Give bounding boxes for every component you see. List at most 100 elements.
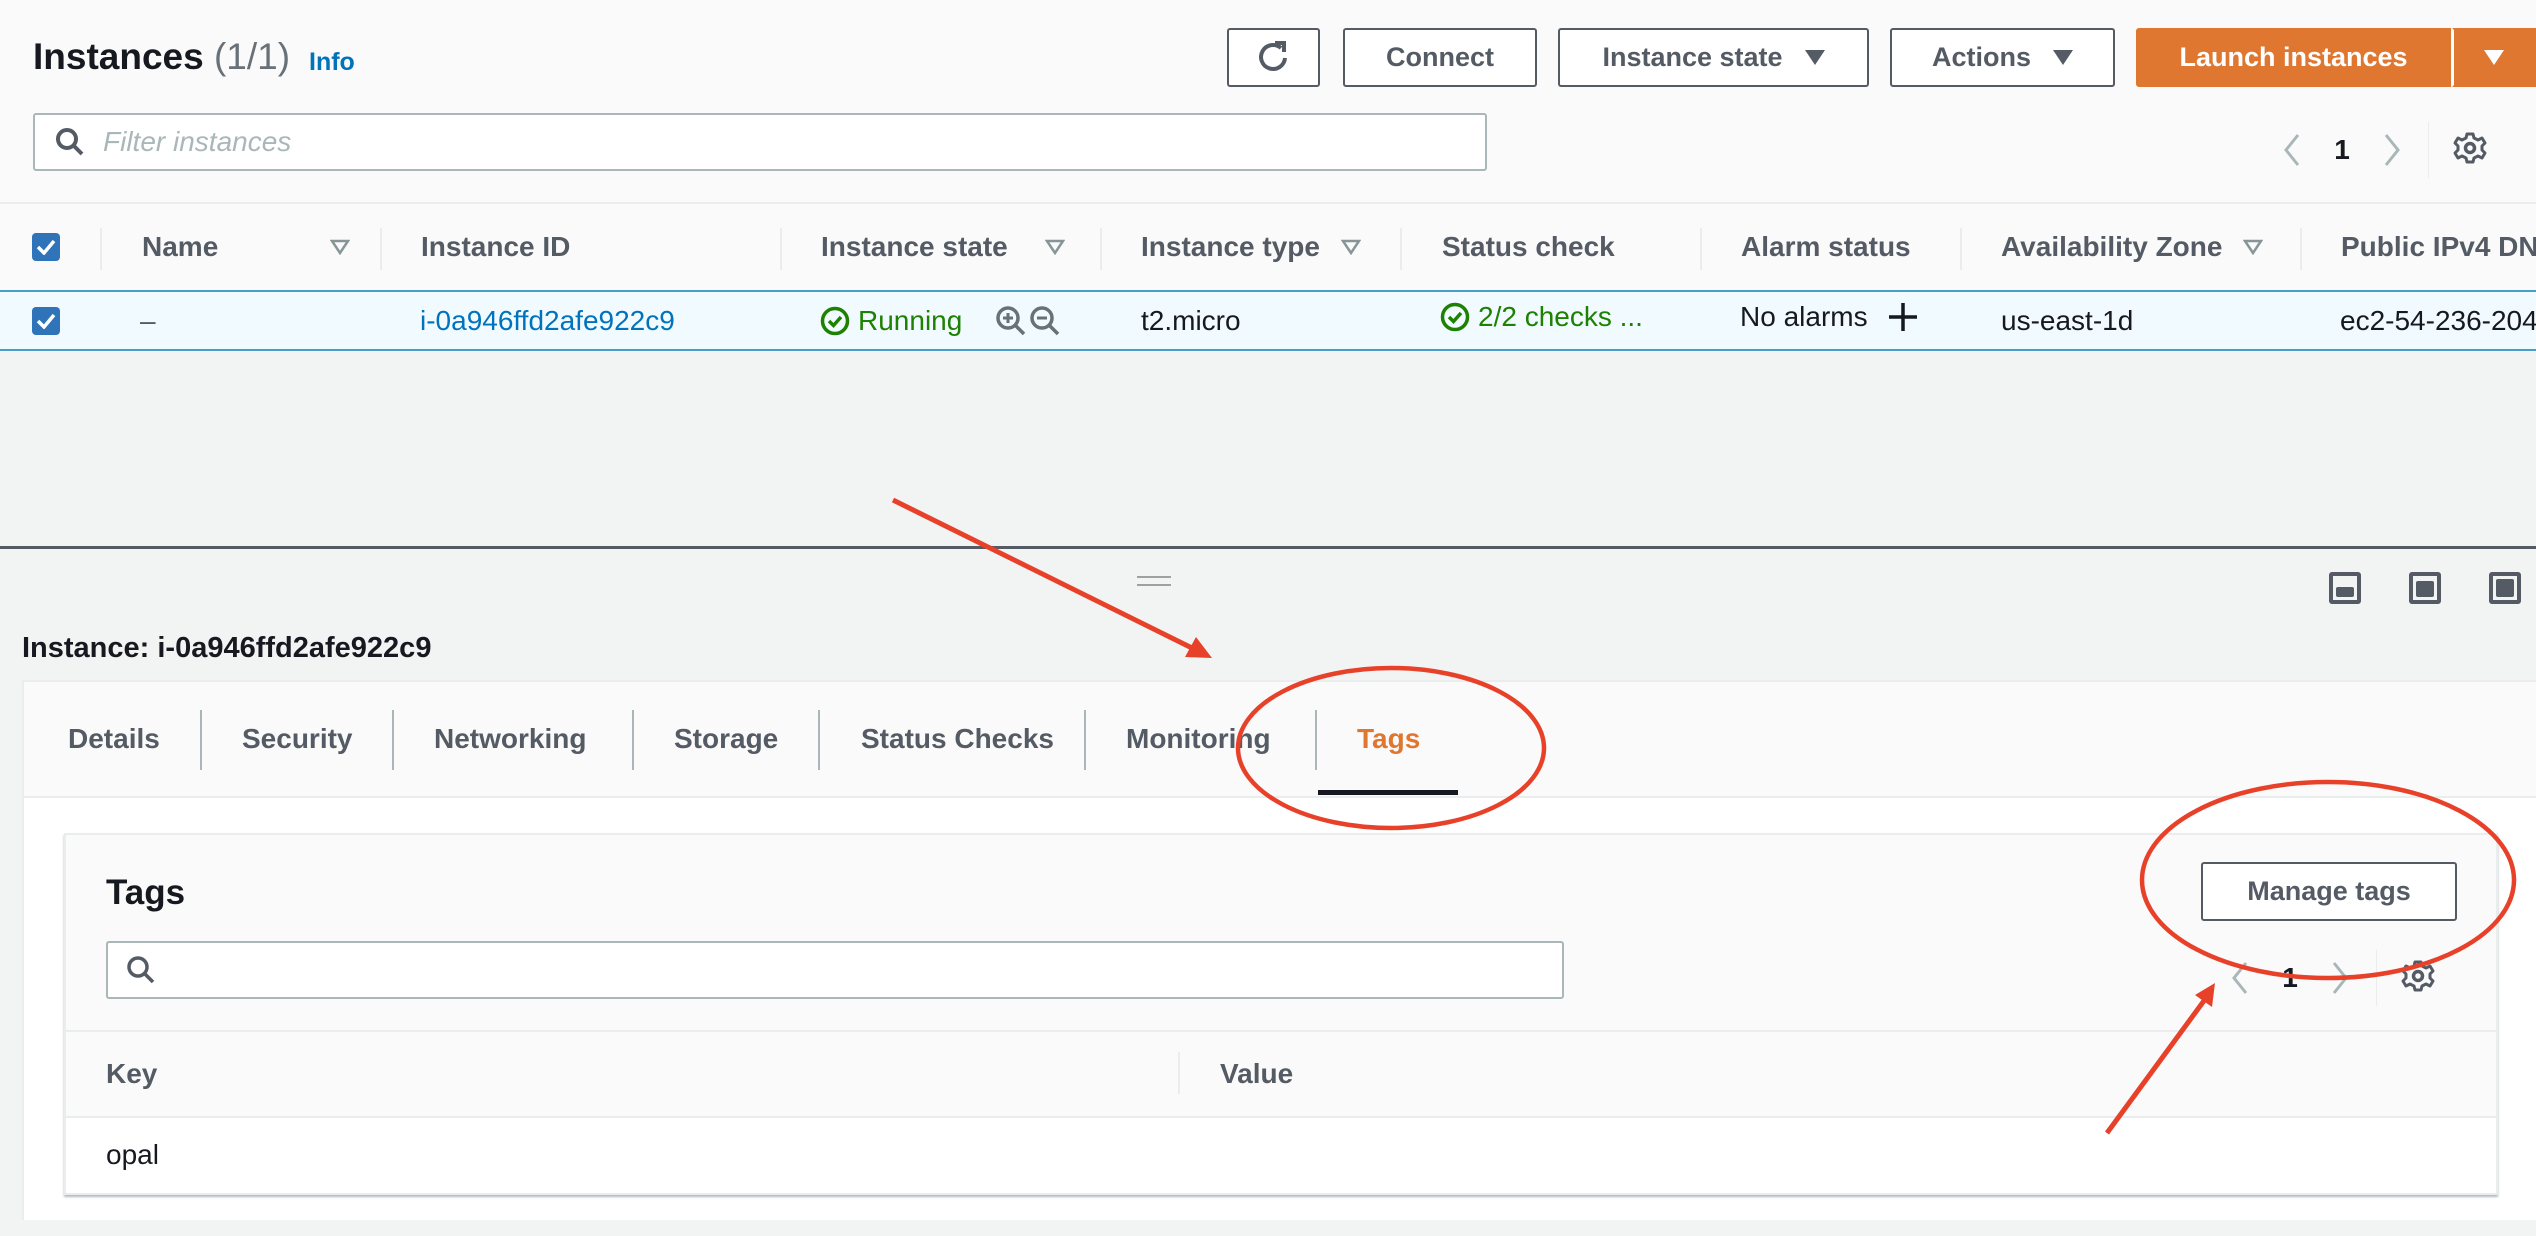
tags-search-input[interactable] bbox=[172, 954, 1562, 986]
previous-page-button[interactable] bbox=[2272, 130, 2312, 170]
column-header-name[interactable]: Name bbox=[142, 204, 350, 290]
column-header-key[interactable]: Key bbox=[106, 1032, 157, 1116]
instances-panel: Instances (1/1) Info Connect Instance st… bbox=[0, 0, 2536, 352]
next-page-button[interactable] bbox=[2372, 130, 2412, 170]
instance-details-panel: Details Security Networking Storage Stat… bbox=[22, 680, 2536, 1220]
table-row[interactable]: – i-0a946ffd2afe922c9 Running t2.micro 2… bbox=[0, 290, 2536, 351]
layout-bottom-medium-icon[interactable] bbox=[2409, 572, 2441, 604]
drag-handle-icon[interactable] bbox=[1137, 576, 1171, 586]
column-label: Alarm status bbox=[1741, 231, 1911, 262]
preferences-button[interactable] bbox=[2401, 959, 2435, 998]
previous-page-button[interactable] bbox=[2220, 958, 2260, 998]
column-header-status-check[interactable]: Status check bbox=[1442, 204, 1615, 290]
pagination: 1 bbox=[2272, 122, 2487, 178]
details-tabs: Details Security Networking Storage Stat… bbox=[24, 682, 2536, 798]
tab-security[interactable]: Security bbox=[242, 682, 353, 796]
check-icon bbox=[36, 313, 56, 329]
cell-status-check[interactable]: 2/2 checks ... bbox=[1440, 288, 1643, 345]
state-zoom-controls bbox=[995, 292, 1061, 349]
tags-panel: Tags Manage tags 1 Key Value opal bbox=[64, 833, 2498, 1195]
sort-icon[interactable] bbox=[330, 239, 350, 255]
connect-label: Connect bbox=[1386, 42, 1494, 72]
instance-state-value: Running bbox=[858, 304, 963, 336]
preferences-button[interactable] bbox=[2453, 131, 2487, 170]
alarm-status-value: No alarms bbox=[1740, 300, 1868, 332]
column-header-instance-state[interactable]: Instance state bbox=[821, 204, 1065, 290]
launch-options-dropdown[interactable] bbox=[2452, 28, 2536, 87]
tab-tags[interactable]: Tags bbox=[1357, 682, 1420, 796]
chevron-left-icon bbox=[2284, 134, 2300, 166]
chevron-right-icon bbox=[2384, 134, 2400, 166]
table-row: opal bbox=[66, 1116, 2496, 1193]
column-divider bbox=[2300, 228, 2302, 270]
layout-bottom-full-icon[interactable] bbox=[2489, 572, 2521, 604]
column-divider bbox=[1178, 1052, 1180, 1094]
layout-bottom-small-icon[interactable] bbox=[2329, 572, 2361, 604]
row-select-checkbox[interactable] bbox=[32, 292, 60, 349]
column-header-availability-zone[interactable]: Availability Zone bbox=[2001, 204, 2263, 290]
table-header-row: Name Instance ID Instance state Instance… bbox=[0, 202, 2536, 290]
column-header-alarm-status[interactable]: Alarm status bbox=[1741, 204, 1911, 290]
split-panel-divider[interactable] bbox=[0, 546, 2536, 549]
cell-key: opal bbox=[106, 1138, 159, 1170]
tab-details[interactable]: Details bbox=[68, 682, 160, 796]
launch-instances-button[interactable]: Launch instances bbox=[2136, 28, 2451, 87]
refresh-icon bbox=[1258, 40, 1287, 71]
column-header-instance-id[interactable]: Instance ID bbox=[421, 204, 570, 290]
connect-button[interactable]: Connect bbox=[1343, 28, 1537, 87]
actions-label: Actions bbox=[1931, 42, 2031, 72]
info-link[interactable]: Info bbox=[309, 48, 355, 77]
chevron-right-icon bbox=[2332, 962, 2348, 994]
zoom-out-icon[interactable] bbox=[1029, 305, 1061, 337]
active-tab-indicator bbox=[1318, 790, 1458, 795]
column-divider bbox=[380, 228, 382, 270]
zoom-in-icon[interactable] bbox=[995, 305, 1027, 337]
tab-networking[interactable]: Networking bbox=[434, 682, 586, 796]
checkbox-checked[interactable] bbox=[32, 306, 60, 335]
tab-status-checks[interactable]: Status Checks bbox=[861, 682, 1054, 796]
manage-tags-button[interactable]: Manage tags bbox=[2201, 862, 2457, 921]
tab-divider bbox=[1315, 710, 1317, 770]
instance-state-dropdown[interactable]: Instance state bbox=[1558, 28, 1869, 87]
tab-monitoring[interactable]: Monitoring bbox=[1126, 682, 1271, 796]
sort-icon[interactable] bbox=[1341, 239, 1361, 255]
cell-alarm-status: No alarms bbox=[1740, 288, 1918, 345]
checkbox-checked[interactable] bbox=[32, 233, 60, 261]
launch-instances-label: Launch instances bbox=[2179, 42, 2408, 72]
current-page[interactable]: 1 bbox=[2312, 134, 2372, 166]
chevron-left-icon bbox=[2232, 962, 2248, 994]
caret-down-icon bbox=[2053, 50, 2073, 65]
filter-instances-field[interactable] bbox=[33, 113, 1487, 171]
tab-storage[interactable]: Storage bbox=[674, 682, 778, 796]
select-all-checkbox[interactable] bbox=[32, 204, 60, 290]
tags-heading: Tags bbox=[106, 873, 186, 912]
column-header-value[interactable]: Value bbox=[1220, 1032, 1293, 1116]
search-icon bbox=[127, 956, 155, 984]
add-alarm-icon[interactable] bbox=[1888, 302, 1918, 332]
tags-table-header: Key Value bbox=[66, 1030, 2496, 1116]
cell-instance-type: t2.micro bbox=[1141, 304, 1241, 336]
page-title-text: Instances bbox=[33, 36, 204, 77]
cell-instance-id-link[interactable]: i-0a946ffd2afe922c9 bbox=[420, 292, 675, 349]
refresh-button[interactable] bbox=[1227, 28, 1320, 87]
filter-instances-input[interactable] bbox=[103, 126, 1485, 158]
column-header-public-ipv4-dns[interactable]: Public IPv4 DN bbox=[2341, 204, 2536, 290]
column-header-instance-type[interactable]: Instance type bbox=[1141, 204, 1361, 290]
pager-divider bbox=[2376, 950, 2377, 1006]
success-check-circle-icon bbox=[820, 306, 850, 335]
column-divider bbox=[1700, 228, 1702, 270]
column-divider bbox=[1100, 228, 1102, 270]
column-label: Public IPv4 DN bbox=[2341, 231, 2536, 262]
caret-down-icon bbox=[1804, 50, 1825, 65]
sort-icon[interactable] bbox=[1045, 239, 1065, 255]
tab-divider bbox=[632, 710, 634, 770]
instance-count: (1/1) bbox=[213, 36, 291, 77]
sort-icon[interactable] bbox=[2243, 239, 2263, 255]
instance-detail-title: Instance: i-0a946ffd2afe922c9 bbox=[22, 632, 432, 664]
next-page-button[interactable] bbox=[2320, 958, 2360, 998]
column-label: Instance ID bbox=[421, 231, 571, 262]
tags-search-field[interactable] bbox=[106, 941, 1564, 999]
page-title: Instances (1/1) bbox=[33, 36, 290, 78]
actions-dropdown[interactable]: Actions bbox=[1890, 28, 2115, 87]
current-page[interactable]: 1 bbox=[2260, 962, 2320, 994]
